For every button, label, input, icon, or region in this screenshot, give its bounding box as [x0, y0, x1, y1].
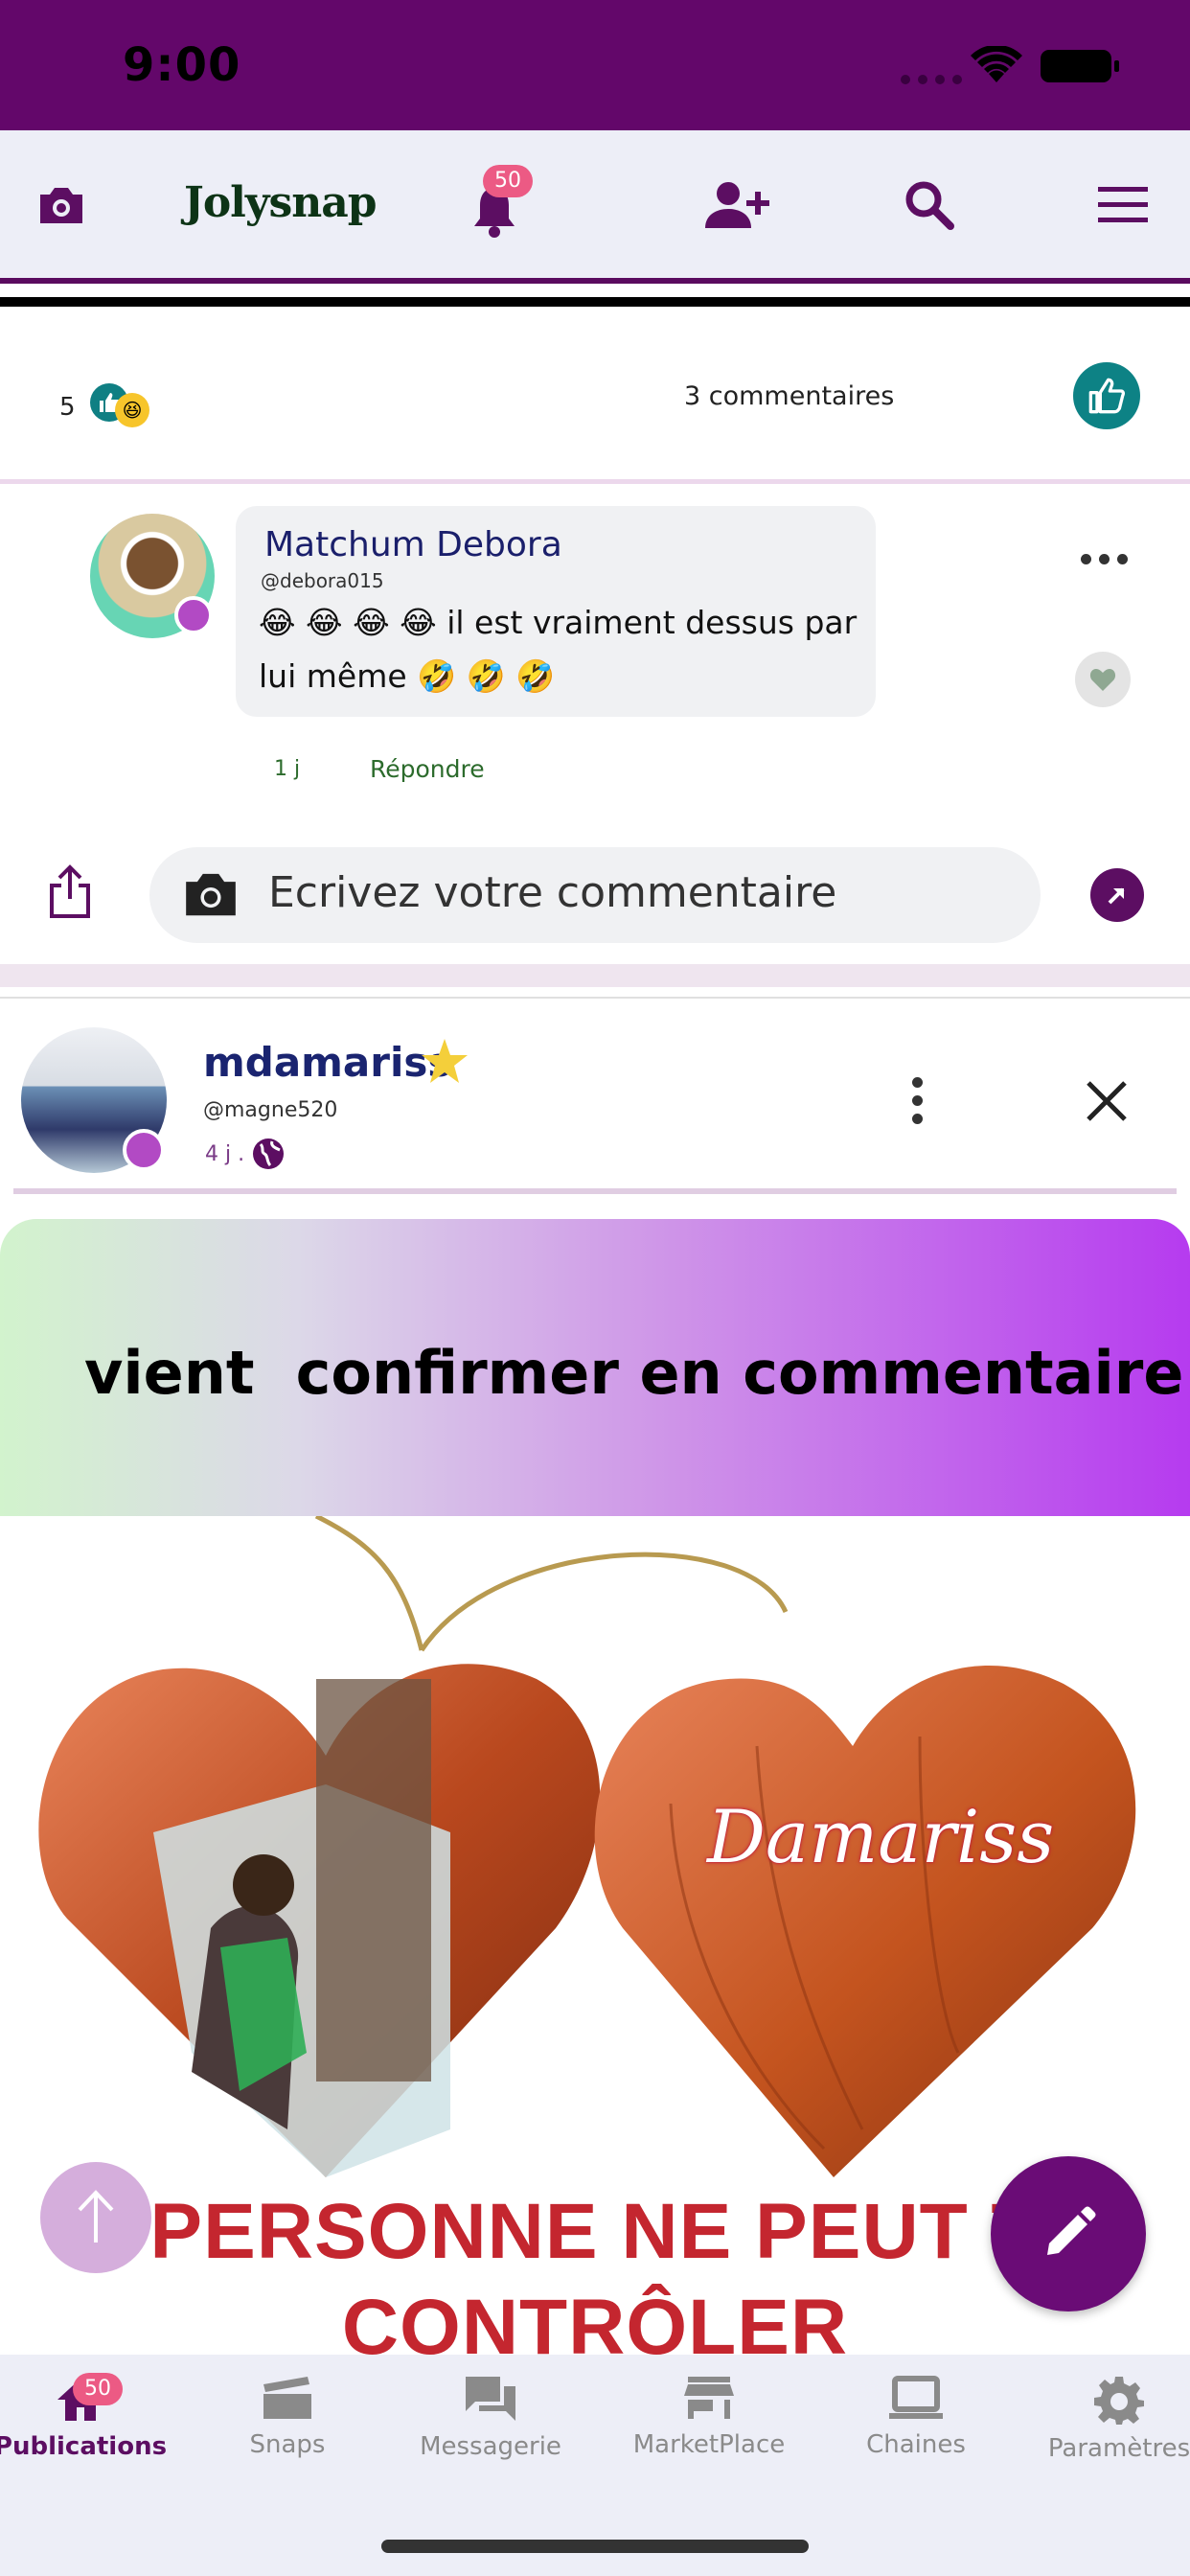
chat-icon — [466, 2377, 515, 2421]
divider — [0, 479, 1190, 484]
add-friend-button[interactable] — [698, 174, 774, 236]
nav-parametres[interactable]: Paramètres — [1023, 2375, 1190, 2463]
image-caption-line2: CONTRÔLER — [341, 2284, 849, 2355]
status-time: 9:00 — [123, 38, 241, 92]
send-button[interactable] — [1090, 868, 1144, 922]
comment-like-button[interactable] — [1075, 652, 1131, 707]
nav-label: Chaines — [866, 2430, 966, 2459]
online-indicator — [123, 1129, 165, 1171]
nav-badge: 50 — [73, 2373, 123, 2405]
nav-chaines[interactable]: Chaines — [820, 2375, 1012, 2459]
post-author-name[interactable]: mdamariss — [203, 1039, 451, 1086]
arrow-up-icon — [78, 2190, 114, 2242]
home-indicator[interactable] — [381, 2540, 809, 2553]
camera-button[interactable] — [34, 178, 88, 232]
nav-messagerie[interactable]: Messagerie — [395, 2375, 586, 2461]
scroll-to-top-button[interactable] — [40, 2162, 151, 2273]
menu-icon — [1098, 187, 1148, 222]
header-divider — [0, 278, 1190, 284]
nav-label: MarketPlace — [632, 2430, 786, 2459]
comments-count[interactable]: 3 commentaires — [684, 381, 894, 411]
nav-label: Snaps — [249, 2430, 326, 2459]
camera-icon — [40, 188, 82, 223]
comment-text: 😂 😂 😂 😂 il est vraiment dessus par lui m… — [259, 604, 858, 695]
commenter-name[interactable]: Matchum Debora — [264, 525, 562, 564]
laptop-icon — [889, 2376, 943, 2419]
close-icon[interactable] — [1085, 1079, 1129, 1123]
top-app-bar: Jolysnap 50 — [0, 130, 1190, 280]
thumbs-up-icon — [1088, 378, 1126, 414]
divider — [13, 1188, 1177, 1194]
nav-label: Messagerie — [420, 2432, 561, 2461]
camera-icon — [186, 873, 236, 916]
reaction-count[interactable]: 5 — [59, 393, 76, 422]
battery-icon — [1041, 50, 1119, 82]
app-screen: 9:00 Jolysnap 50 5 😆 3 commentaires Matc… — [0, 0, 1190, 2576]
menu-button[interactable] — [1092, 178, 1154, 232]
star-icon — [422, 1039, 468, 1083]
comment-more-icon[interactable] — [1081, 554, 1128, 564]
pencil-icon — [1047, 2206, 1096, 2255]
comment-input-placeholder: Ecrivez votre commentaire — [268, 868, 837, 917]
reply-link[interactable]: Répondre — [370, 755, 485, 783]
share-icon — [50, 864, 90, 918]
heart-icon — [1089, 669, 1116, 691]
gear-icon — [1094, 2377, 1144, 2425]
post-author-handle: @magne520 — [203, 1098, 338, 1122]
commenter-handle: @debora015 — [261, 569, 384, 592]
wifi-icon — [971, 46, 1022, 82]
comment-time: 1 j — [274, 757, 301, 781]
nav-marketplace[interactable]: MarketPlace — [613, 2375, 805, 2459]
header-divider-dark — [0, 297, 1190, 307]
like-button[interactable] — [1073, 362, 1140, 429]
input-camera-button[interactable] — [180, 868, 241, 924]
divider — [0, 997, 1190, 999]
compose-button[interactable] — [991, 2156, 1146, 2312]
image-name-text: Damariss — [707, 1794, 1055, 1879]
post-separator — [0, 964, 1190, 987]
globe-icon — [253, 1138, 284, 1169]
signal-icon — [901, 75, 962, 84]
nav-label: Publications — [0, 2432, 168, 2461]
send-arrow-icon — [1108, 887, 1125, 905]
clapper-icon — [263, 2377, 311, 2419]
laughing-reaction-icon: 😆 — [115, 393, 149, 427]
nav-snaps[interactable]: Snaps — [192, 2375, 383, 2459]
app-logo: Jolysnap — [184, 178, 377, 227]
store-icon — [684, 2377, 734, 2419]
search-icon — [905, 181, 954, 230]
post-text: vient confirmer en commentaire — [84, 1338, 1184, 1408]
post-time: 4 j . — [205, 1142, 245, 1166]
share-button[interactable] — [48, 864, 92, 924]
post-more-icon[interactable] — [912, 1077, 923, 1124]
notification-badge: 50 — [483, 165, 533, 197]
nav-label: Paramètres — [1047, 2434, 1190, 2463]
add-user-icon — [705, 182, 769, 228]
search-button[interactable] — [899, 174, 960, 236]
online-indicator — [174, 596, 213, 634]
status-bar: 9:00 — [0, 0, 1190, 130]
